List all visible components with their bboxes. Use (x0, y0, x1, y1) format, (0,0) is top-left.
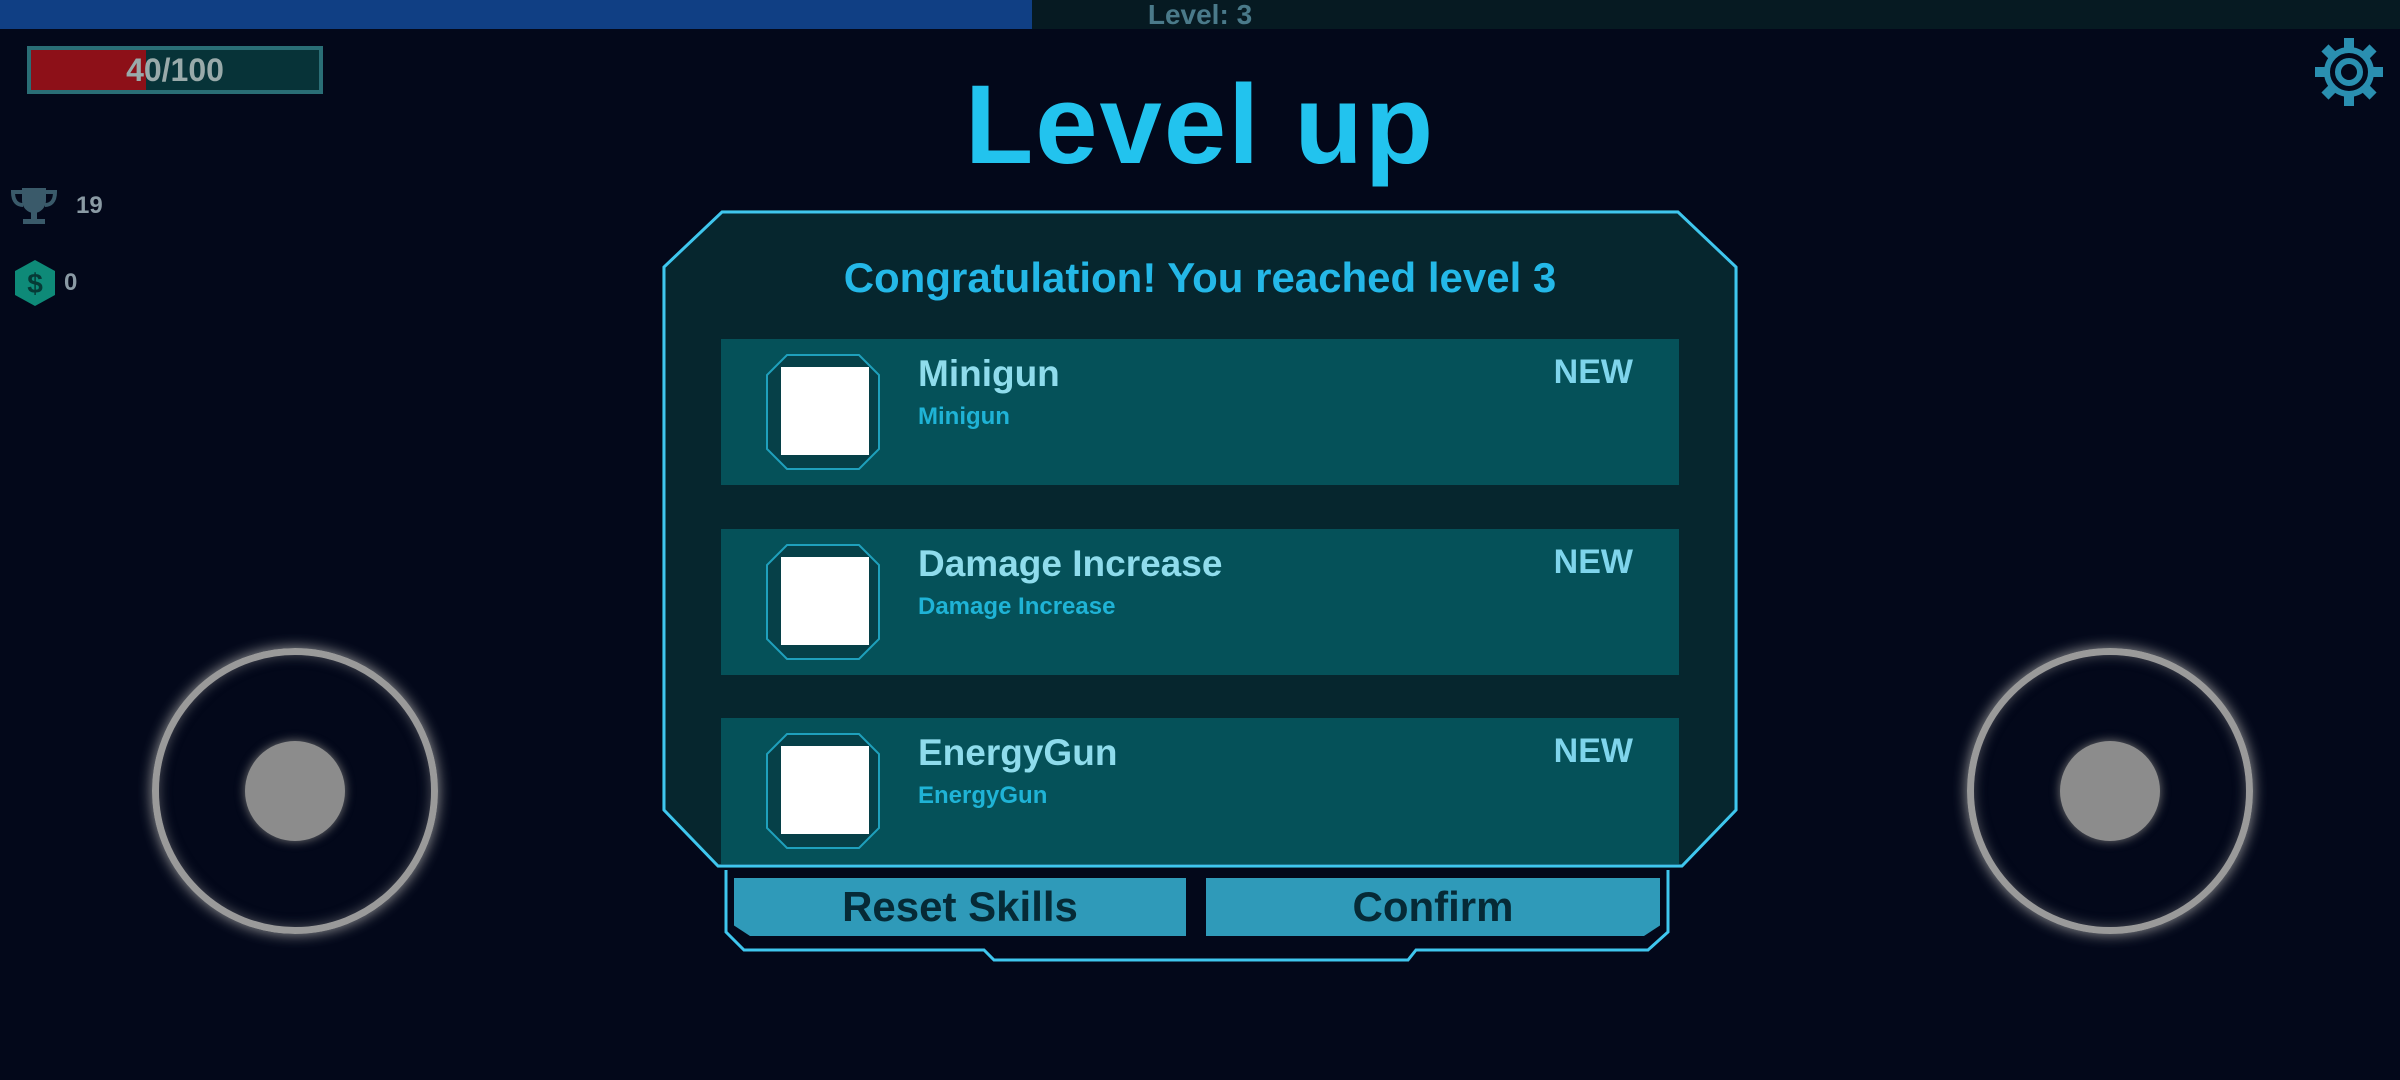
level-up-title: Level up (964, 62, 1436, 187)
right-joystick-knob[interactable] (2060, 741, 2160, 841)
confirm-button[interactable]: Confirm (1206, 878, 1660, 936)
trophy-counter: 19 (10, 186, 103, 226)
new-badge: NEW (1553, 732, 1633, 770)
left-joystick-knob[interactable] (245, 741, 345, 841)
skill-card-minigun[interactable]: Minigun Minigun NEW (721, 339, 1679, 485)
dialog-button-bar: Reset Skills Confirm (722, 866, 1672, 976)
reset-skills-button[interactable]: Reset Skills (734, 878, 1186, 936)
coin-icon: $ (15, 260, 55, 306)
skill-name: Minigun (918, 353, 1060, 394)
skill-card-energygun[interactable]: EnergyGun EnergyGun NEW (721, 718, 1679, 864)
skill-description: Damage Increase (918, 593, 1116, 620)
skill-card-damage-increase[interactable]: Damage Increase Damage Increase NEW (721, 529, 1679, 675)
trophy-icon (10, 188, 58, 224)
coin-count: 0 (64, 269, 78, 296)
new-badge: NEW (1553, 353, 1633, 391)
level-label: Level: 3 (1147, 0, 1253, 30)
skill-name: EnergyGun (918, 732, 1118, 773)
skill-icon (781, 367, 869, 455)
skill-description: EnergyGun (918, 782, 1048, 809)
trophy-count: 19 (76, 192, 103, 219)
skill-icon (781, 557, 869, 645)
xp-bar: Level: 3 (0, 0, 2400, 29)
skill-icon (781, 746, 869, 834)
right-joystick[interactable] (1967, 648, 2253, 934)
skill-name: Damage Increase (918, 543, 1223, 584)
coin-counter: $ 0 (10, 258, 77, 308)
left-joystick[interactable] (152, 648, 438, 934)
congratulation-text: Congratulation! You reached level 3 (843, 254, 1557, 301)
skill-description: Minigun (918, 403, 1010, 430)
new-badge: NEW (1553, 543, 1633, 581)
svg-text:$: $ (27, 268, 43, 299)
